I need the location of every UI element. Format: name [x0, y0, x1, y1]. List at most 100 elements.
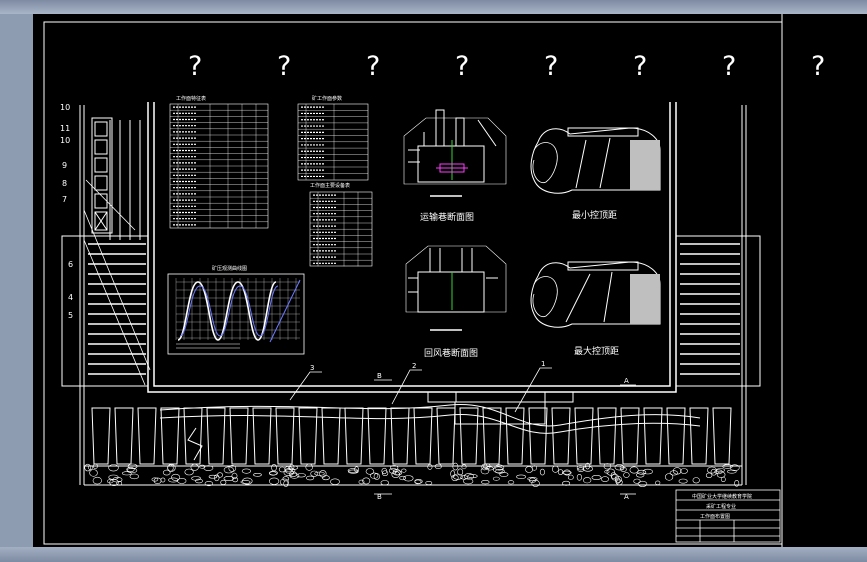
rubble-stone	[664, 473, 674, 481]
rubble-stone	[289, 473, 300, 479]
face-support-unit	[413, 407, 433, 465]
face-support-unit	[482, 407, 502, 465]
label-num-5: 8	[62, 179, 67, 188]
rubble-stone	[231, 472, 238, 480]
rubble-stone	[208, 474, 218, 479]
rubble-stone	[305, 463, 313, 471]
section-return-roadway	[405, 245, 507, 331]
rubble-stone	[126, 467, 138, 474]
rubble-stone	[253, 472, 262, 477]
rubble-stone	[637, 469, 647, 475]
rubble-stone	[623, 472, 630, 478]
rubble-stone	[283, 480, 289, 488]
rubble-stone	[567, 474, 574, 480]
rubble-stone	[121, 471, 132, 476]
face-support-unit	[321, 407, 341, 465]
rubble-stone	[591, 474, 602, 480]
rubble-stone	[358, 479, 365, 485]
callout-3: 3	[310, 364, 314, 372]
rubble-stone	[481, 480, 490, 485]
label-num-6: 7	[62, 195, 67, 204]
left-support-array	[88, 243, 146, 375]
table2-title: 矿工作面参数	[312, 95, 342, 102]
rubble-stone	[108, 464, 119, 472]
rubble-stone	[720, 476, 726, 483]
rubble-stone	[84, 463, 91, 472]
table3-rows	[310, 192, 372, 267]
pressure-chart	[167, 273, 305, 355]
marker-q-1: ?	[188, 51, 202, 82]
label-num-1: 10	[60, 103, 70, 112]
rubble-stone	[330, 478, 340, 485]
face-base-lines	[84, 465, 742, 486]
rubble-stone	[126, 466, 135, 472]
rubble-stone	[399, 475, 407, 481]
rubble-stone	[450, 470, 456, 478]
face-support-unit	[137, 407, 157, 465]
label-num-4: 9	[62, 161, 67, 170]
callout-1: 1	[541, 360, 545, 368]
section-min-control	[530, 127, 661, 194]
rubble-stone	[354, 466, 359, 473]
section-min-control-label: 最小控顶距	[572, 209, 617, 221]
rubble-stone	[283, 469, 294, 477]
rubble-stone	[177, 477, 187, 484]
rubble-stone	[167, 464, 176, 472]
face-support-unit	[229, 407, 249, 465]
rubble-stone	[539, 468, 545, 476]
rubble-stone	[611, 474, 619, 481]
marker-q-3: ?	[366, 51, 380, 82]
rubble-stone	[271, 464, 277, 472]
rubble-stone	[716, 471, 726, 478]
rubble-stone	[507, 480, 515, 485]
pressure-chart-legend	[176, 343, 240, 349]
title-block-line2: 采矿工程专业	[706, 503, 736, 510]
face-support-unit	[114, 407, 134, 465]
rubble-stone	[637, 480, 648, 487]
rubble-stone	[220, 479, 227, 485]
rubble-stone	[92, 476, 102, 485]
rubble-stone	[269, 477, 280, 485]
rubble-stone	[576, 473, 583, 481]
callout-a-bottom: A	[624, 493, 629, 501]
face-support-unit	[91, 407, 111, 465]
rubble-stone	[525, 466, 533, 473]
marker-q-7: ?	[722, 51, 736, 82]
label-num-8: 4	[68, 293, 73, 302]
rubble-stone	[467, 474, 478, 479]
section-transport-label: 运输巷断面图	[420, 211, 474, 223]
rubble-stone	[401, 468, 407, 473]
face-support-unit	[551, 407, 571, 465]
rubble-stone	[461, 464, 467, 470]
rubble-stone	[492, 476, 500, 481]
callout-2: 2	[412, 362, 416, 370]
rubble-band	[84, 462, 740, 488]
table3-title: 工作面主要设备表	[310, 182, 350, 189]
rubble-stone	[629, 466, 639, 474]
face-support-unit	[528, 407, 548, 465]
rubble-stone	[403, 475, 414, 482]
right-support-array	[680, 243, 740, 375]
face-support-unit	[597, 407, 617, 465]
rubble-stone	[452, 462, 459, 471]
marker-q-8: ?	[811, 51, 825, 82]
callout-b-bottom: B	[377, 493, 382, 501]
pressure-curve	[177, 281, 277, 341]
face-support-unit	[712, 407, 732, 465]
face-support-unit	[459, 407, 479, 465]
label-num-3: 10	[60, 136, 70, 145]
face-support-unit	[689, 407, 709, 465]
face-support-unit	[574, 407, 594, 465]
rubble-stone	[321, 475, 330, 481]
rubble-stone	[642, 468, 653, 475]
rubble-stone	[129, 473, 140, 480]
face-support-unit	[367, 407, 387, 465]
marker-q-5: ?	[544, 51, 558, 82]
marker-q-2: ?	[277, 51, 291, 82]
rubble-stone	[516, 474, 527, 479]
rubble-stone	[692, 477, 700, 484]
marker-q-4: ?	[455, 51, 469, 82]
left-roadway-structure	[61, 105, 149, 485]
rubble-stone	[427, 464, 433, 470]
callout-leaders	[289, 367, 636, 495]
